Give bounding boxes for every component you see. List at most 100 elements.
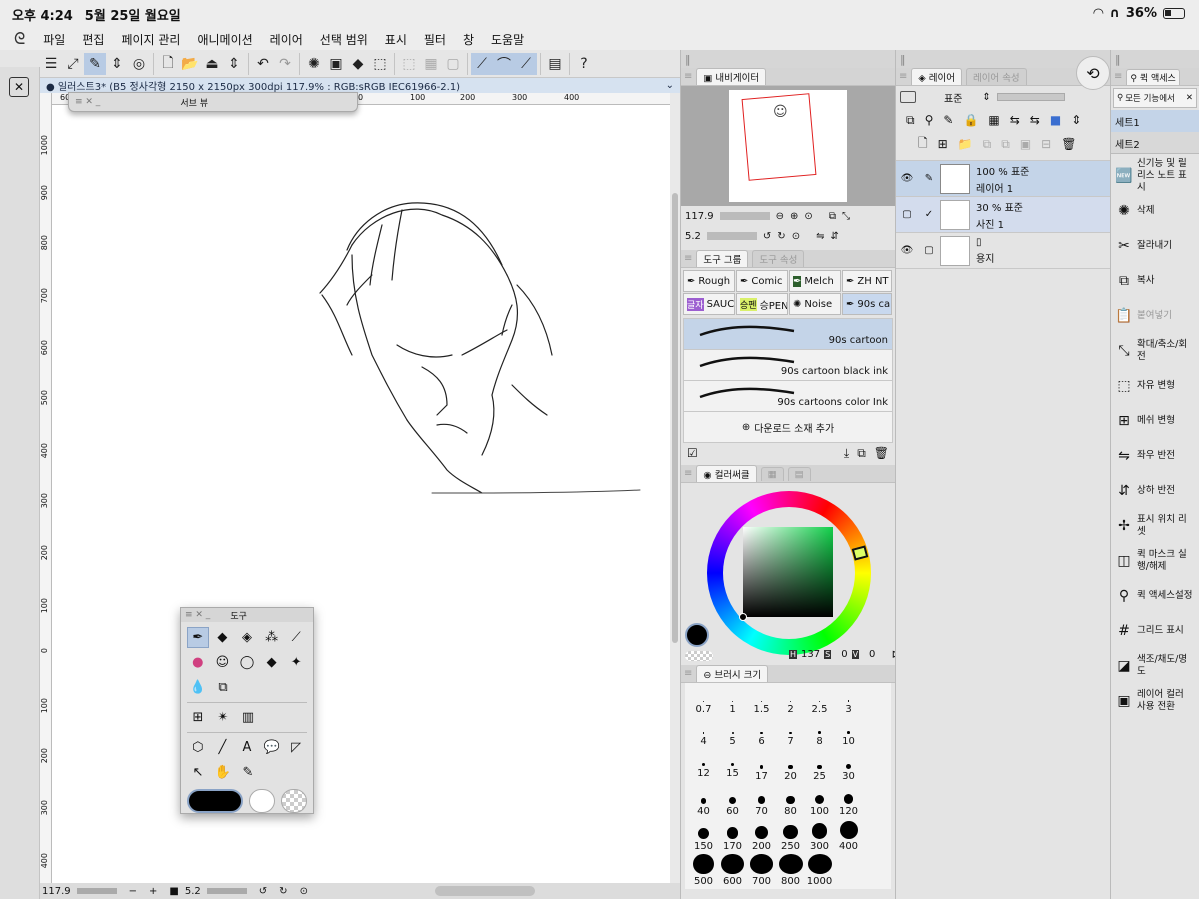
- brush-size-cell[interactable]: 1000: [805, 854, 834, 887]
- invert-selection-icon[interactable]: ▦: [420, 53, 442, 75]
- rotate-left-icon[interactable]: ↺: [763, 231, 771, 242]
- rotate-left-icon[interactable]: ↺: [259, 886, 267, 897]
- menu-page[interactable]: 페이지 관리: [121, 31, 180, 48]
- brush-size-cell[interactable]: 25: [805, 749, 834, 782]
- drag-handle-icon[interactable]: ≡: [684, 468, 692, 479]
- horizontal-scroll-thumb[interactable]: [435, 886, 535, 896]
- flip-h-icon[interactable]: ⇋: [816, 231, 824, 242]
- text-tool-icon[interactable]: A: [236, 737, 258, 758]
- airbrush-tool-icon[interactable]: ⁂: [261, 627, 283, 648]
- angle-slider[interactable]: [206, 888, 247, 894]
- brush-size-cell[interactable]: 17: [747, 749, 776, 782]
- new-folder-icon[interactable]: 📁: [958, 137, 973, 151]
- actual-size-icon[interactable]: ⧉: [829, 211, 836, 222]
- zoom-in-icon[interactable]: ⊕: [790, 211, 798, 222]
- clip-icon[interactable]: ⧉: [906, 113, 915, 128]
- updown-icon[interactable]: ⇕: [223, 53, 245, 75]
- balloon-tool-icon[interactable]: 💬: [261, 737, 283, 758]
- saturation-value-square[interactable]: [743, 527, 833, 617]
- settings-icon[interactable]: ☑: [687, 446, 698, 460]
- draft-icon[interactable]: ✎: [943, 113, 953, 127]
- brush-size-cell[interactable]: 5: [718, 717, 747, 747]
- eyedropper-tool-icon[interactable]: ⟋: [285, 627, 307, 648]
- object-tool-icon[interactable]: ↖: [187, 762, 209, 783]
- panel-collapse-icon[interactable]: ‖: [685, 53, 691, 66]
- brush-size-cell[interactable]: 250: [776, 819, 805, 852]
- brush-size-cell[interactable]: 200: [747, 819, 776, 852]
- check-icon[interactable]: ✓: [918, 209, 940, 220]
- pen-edit-icon[interactable]: ✎: [918, 173, 940, 184]
- eye-icon[interactable]: 👁: [896, 245, 918, 256]
- blend-tool-icon[interactable]: 💧: [187, 677, 209, 698]
- search-field[interactable]: ⚲ 모든 기능에서 ✕: [1113, 88, 1197, 108]
- correct-line-icon[interactable]: ✎: [237, 762, 259, 783]
- group-melch[interactable]: ✒ Melch: [789, 270, 841, 292]
- eye-icon[interactable]: 👁: [896, 173, 918, 184]
- drag-handle-icon[interactable]: ≡: [1114, 71, 1122, 82]
- chevron-down-icon[interactable]: ⌄: [666, 80, 674, 91]
- brush-size-cell[interactable]: 2: [776, 685, 805, 715]
- brush-size-cell[interactable]: 7: [776, 717, 805, 747]
- brush-size-cell[interactable]: 120: [834, 784, 863, 817]
- 3d-tool-icon[interactable]: ⬡: [187, 737, 209, 758]
- navigator-zoom-value[interactable]: 117.9: [685, 211, 714, 222]
- zoom-out-icon[interactable]: ⊖: [776, 211, 784, 222]
- tab-color-history[interactable]: ▤: [787, 466, 811, 481]
- ruler-link-icon[interactable]: ⇆: [1030, 113, 1040, 127]
- group-noise[interactable]: ✺ Noise: [789, 293, 841, 315]
- menu-help[interactable]: 도움말: [491, 31, 524, 48]
- quick-access-item[interactable]: 📋 붙여넣기: [1111, 298, 1199, 333]
- tab-brush-size[interactable]: ⊖ 브러시 크기: [696, 665, 769, 682]
- chevron-updown-icon[interactable]: ⇕: [106, 53, 128, 75]
- snap-special-ruler-icon[interactable]: ⌒: [493, 52, 515, 75]
- mask-icon[interactable]: ⇆: [1010, 113, 1020, 127]
- preset-90s-cartoon[interactable]: 90s cartoon: [684, 319, 892, 350]
- menu-window[interactable]: 창: [463, 31, 474, 48]
- vertical-scrollbar[interactable]: [670, 93, 680, 883]
- blend-mode-select[interactable]: 표준: [944, 90, 962, 105]
- tab-navigator[interactable]: ▣ 내비게이터: [696, 68, 767, 85]
- zoom-in-icon[interactable]: +: [149, 886, 157, 897]
- layer-move-icon[interactable]: ⧉: [212, 677, 234, 698]
- selection-icon[interactable]: ▢: [442, 53, 464, 75]
- line-tool-icon[interactable]: ╱: [212, 737, 234, 758]
- chevron-updown-icon[interactable]: ⇕: [982, 92, 990, 103]
- quick-access-item[interactable]: ⊞ 메쉬 변형: [1111, 403, 1199, 438]
- tab-layer-property[interactable]: 레이어 속성: [965, 68, 1027, 85]
- quick-set-2[interactable]: 세트2: [1111, 132, 1199, 154]
- brush-size-cell[interactable]: 1: [718, 685, 747, 715]
- menu-filter[interactable]: 필터: [424, 31, 446, 48]
- group-rough[interactable]: ✒ Rough: [683, 270, 735, 292]
- opacity-slider[interactable]: [996, 93, 1065, 101]
- edit-mode-icon[interactable]: ✎: [84, 52, 106, 75]
- save-icon[interactable]: ⏏: [201, 53, 223, 75]
- drag-handle-icon[interactable]: ≡: [684, 71, 692, 82]
- hand-tool-icon[interactable]: ✋: [212, 762, 234, 783]
- quick-access-item[interactable]: ⬚ 자유 변형: [1111, 368, 1199, 403]
- brush-size-cell[interactable]: 4: [689, 717, 718, 747]
- brush-size-cell[interactable]: 12: [689, 749, 718, 779]
- mask-create-icon[interactable]: ▣: [1020, 137, 1031, 151]
- close-icon[interactable]: ✕: [1186, 93, 1193, 103]
- import-icon[interactable]: ⤓: [844, 446, 849, 461]
- drag-handle-icon[interactable]: ≡: [684, 253, 692, 264]
- quick-access-item[interactable]: 🆕 신기능 및 릴리스 노트 표시: [1111, 158, 1199, 193]
- reset-rotation-icon[interactable]: ⊙: [300, 886, 308, 897]
- combine-icon[interactable]: ⧉: [1001, 137, 1010, 152]
- brush-size-cell[interactable]: 20: [776, 749, 805, 782]
- transparent-chip[interactable]: [685, 651, 713, 661]
- brush-size-cell[interactable]: 1.5: [747, 685, 776, 715]
- clip-studio-icon[interactable]: ◎: [128, 53, 150, 75]
- layer-row[interactable]: 👁 ✎ 100 % 표준 레이어 1: [896, 161, 1110, 197]
- quick-access-item[interactable]: ▣ 레이어 컬러 사용 전환: [1111, 683, 1199, 718]
- brush-size-cell[interactable]: 6: [747, 717, 776, 747]
- trash-icon[interactable]: 🗑: [1061, 137, 1076, 151]
- reset-rotation-icon[interactable]: ⊙: [792, 231, 800, 242]
- decoration-tool-icon[interactable]: ●: [187, 652, 209, 673]
- brush-size-cell[interactable]: 10: [834, 717, 863, 747]
- new-vector-icon[interactable]: ⊞: [938, 137, 948, 151]
- quick-access-item[interactable]: # 그리드 표시: [1111, 613, 1199, 648]
- brush-size-cell[interactable]: 30: [834, 749, 863, 782]
- tab-tool-property[interactable]: 도구 속성: [752, 250, 805, 267]
- open-folder-icon[interactable]: 📂: [179, 53, 201, 75]
